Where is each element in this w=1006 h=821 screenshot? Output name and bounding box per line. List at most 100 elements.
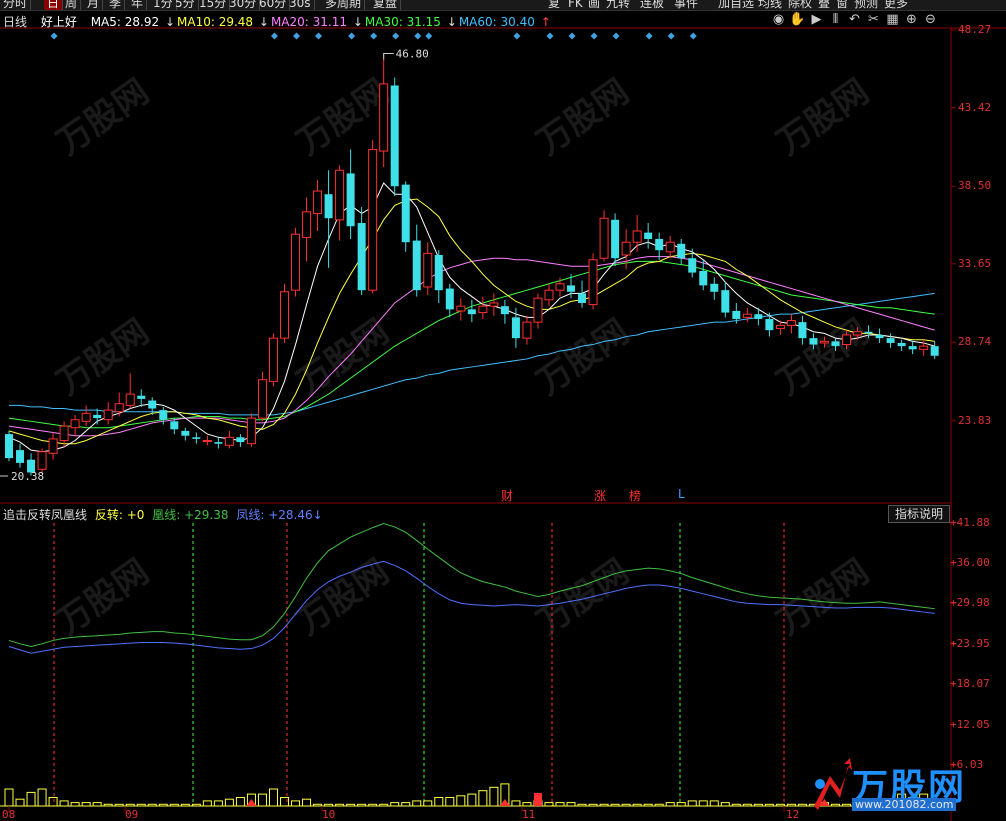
candle-body-up [919,345,929,350]
candle-body-up [70,419,80,429]
candle-body-up [742,313,752,318]
signal-diamond [689,32,697,40]
candle-body-down [170,421,179,430]
indicator-bar [202,800,212,807]
indicator-bar [555,802,565,807]
indicator-axis-label: +41.88 [950,516,990,529]
date-axis-label: 11 [522,808,536,821]
candle-body-down [5,434,13,459]
indicator-help-button[interactable]: 指标说明 [888,505,950,523]
signal-diamond [513,32,521,40]
indicator-bar [224,798,234,807]
candle-body-up [291,233,301,291]
candle-body-up [842,334,852,346]
candle-body-up [775,324,785,330]
candle-body-up [632,230,642,243]
price-axis-label: 33.65 [958,256,992,270]
indicator-name[interactable]: 追击反转凤凰线 [3,508,87,522]
indicator-bar [257,793,267,807]
candle-body-down [644,232,653,240]
candle-body-up [599,217,609,259]
candle-body-down [754,314,763,319]
candle-body-down [798,322,807,339]
signal-diamond [315,32,323,40]
indicator-bar [566,802,576,807]
candle-body-up [786,320,796,326]
candle-body-up [588,259,598,306]
candle-body-up [522,321,532,339]
candle-body-down [864,331,873,334]
candle-body-up [423,252,433,288]
date-axis-label: 10 [322,808,336,821]
date-axis-label: 08 [2,808,16,821]
signal-diamond [270,32,278,40]
feng-line [8,560,935,654]
candle-body-down [324,194,333,219]
candle-body-down [390,85,399,187]
candle-body-up [621,241,631,256]
event-bang[interactable]: 榜 [629,487,641,504]
candle-body-up [125,393,135,406]
indicator-bar [456,795,466,807]
date-axis-label: 09 [125,808,139,821]
indicator-bar [92,802,102,807]
indicator-bar [478,790,488,807]
candle-body-up [665,241,675,253]
candle-body-down [677,243,686,259]
indicator-bar [81,802,91,807]
price-axis-label: 43.42 [958,100,992,114]
candle-body-down [655,239,664,251]
indicator-bar [665,802,675,807]
candle-body-down [710,283,719,292]
candle-body-down [159,410,168,420]
candle-body-up [280,291,289,339]
candle-body-down [897,342,906,347]
indicator-bar [687,800,697,807]
candle-body-up [81,412,91,422]
indicator-bar [467,793,477,807]
candle-body-down [886,338,895,343]
indicator-bar [268,788,278,807]
indicator-legend: 追击反转凤凰线 反转: +0 凰线: +29.38 凤线: +28.46↓ [3,506,323,523]
price-axis-label: 28.74 [958,335,992,349]
candle-body-down [445,288,454,310]
indicator-bar [676,802,686,807]
indicator-bar [15,798,25,807]
indicator-bar [423,800,433,807]
ma30-line [8,260,935,429]
event-cai[interactable]: 财 [501,487,513,504]
indicator-fanzhuan: 反转: +0 [94,508,145,522]
signal-diamond [348,32,356,40]
indicator-bar [511,800,521,807]
candle-body-up [257,379,267,419]
candle-body-down [181,430,190,436]
signal-diamond [414,32,422,40]
indicator-bar [48,797,58,807]
signal-diamond [293,32,301,40]
event-l[interactable]: L [678,487,685,501]
candle-body-down [412,240,421,291]
indicator-axis-label: +29.98 [950,596,990,610]
candle-body-down [214,442,223,444]
signal-diamond [546,32,554,40]
candle-body-down [192,437,201,439]
indicator-bar [698,800,708,807]
signal-diamond [370,32,378,40]
candlestick-chart[interactable]: 46.80 20.38 [0,0,1006,821]
event-zhang[interactable]: 涨 [594,487,606,504]
candle-body-up [224,436,234,446]
candle-body-down [500,306,509,315]
price-axis-label: 48.27 [958,23,992,36]
indicator-axis-label: +18.07 [950,676,990,690]
indicator-bar [235,797,245,807]
candle-body-down [357,223,366,291]
candle-body-down [511,317,520,339]
candle-body-up [489,302,499,307]
indicator-bar [213,800,223,807]
candle-body-up [853,331,863,336]
indicator-bar [445,797,455,807]
candle-body-up [555,283,565,291]
logo-arrow-icon [814,758,852,810]
date-axis-label: 12 [786,808,800,821]
candle-body-down [831,341,840,347]
